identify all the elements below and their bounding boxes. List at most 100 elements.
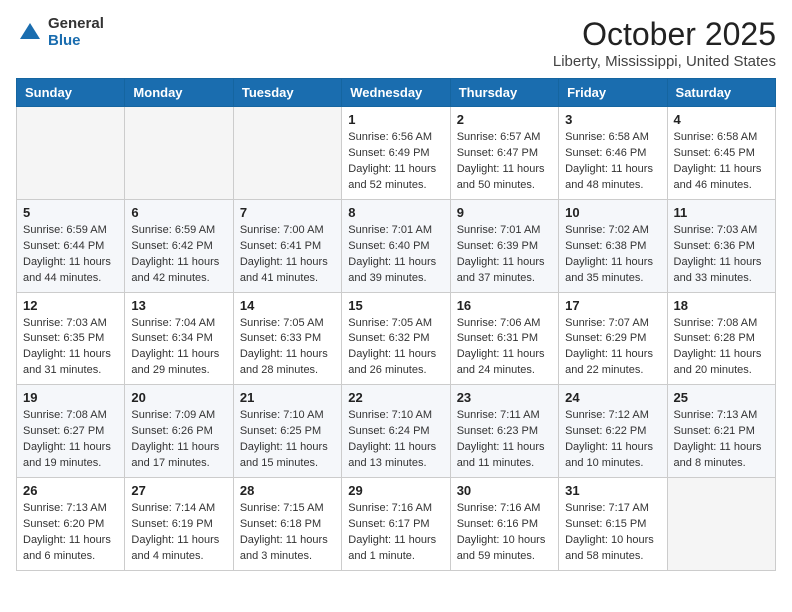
calendar-cell: 15 Sunrise: 7:05 AM Sunset: 6:32 PM Dayligh… [342, 292, 450, 385]
cell-text-line: Daylight: 10 hours and 58 minutes. [565, 534, 654, 562]
calendar-cell: 17Sunrise: 7:07 AMSunset: 6:29 PMDayligh… [559, 292, 667, 385]
cell-text-line: Daylight: 11 hours and 33 minutes. [674, 256, 762, 284]
calendar-week-row: 1Sunrise: 6:56 AMSunset: 6:49 PMDaylight… [17, 107, 776, 200]
cell-text-line: Sunset: 6:47 PM [457, 147, 538, 159]
cell-text-line: Sunrise: 7:06 AM [457, 317, 541, 329]
day-number: 12 [23, 298, 118, 313]
cell-text-line: Daylight: 11 hours and 3 minutes. [240, 534, 328, 562]
calendar-cell: 10Sunrise: 7:02 AMSunset: 6:38 PMDayligh… [559, 199, 667, 292]
day-number: 3 [565, 112, 660, 127]
cell-text-line: Sunrise: 7:13 AM [674, 409, 758, 421]
cell-text-line: Daylight: 11 hours and 52 minutes. [348, 163, 436, 191]
cell-text-line: Sunset: 6:35 PM [23, 332, 104, 344]
cell-text-line: Sunrise: 7:10 AM [240, 409, 324, 421]
day-number: 20 [131, 390, 226, 405]
page-header: General Blue October 2025 Liberty, Missi… [16, 16, 776, 70]
day-number: 10 [565, 205, 660, 220]
cell-text-line: Daylight: 11 hours and 19 minutes. [23, 441, 111, 469]
cell-text-line: Sunset: 6:36 PM [674, 240, 755, 252]
day-number: 8 [348, 205, 443, 220]
cell-text-line: Sunset: 6:26 PM [131, 425, 212, 437]
cell-text-line: Sunset: 6:19 PM [131, 518, 212, 530]
day-number: 19 [23, 390, 118, 405]
day-number: 15 [348, 298, 443, 313]
cell-text-line: Sunset: 6:32 PM [348, 332, 429, 344]
cell-text-line: Daylight: 11 hours and 4 minutes. [131, 534, 219, 562]
day-number: 11 [674, 205, 769, 220]
calendar-cell [125, 107, 233, 200]
day-number: 26 [23, 483, 118, 498]
day-number: 25 [674, 390, 769, 405]
calendar-week-row: 5Sunrise: 6:59 AMSunset: 6:44 PMDaylight… [17, 199, 776, 292]
weekday-header-cell: Monday [125, 79, 233, 107]
calendar-cell: 30Sunrise: 7:16 AMSunset: 6:16 PMDayligh… [450, 478, 558, 571]
logo-blue: Blue [48, 33, 104, 50]
cell-text-line: Sunrise: 7:00 AM [240, 224, 324, 236]
cell-text-line: Sunset: 6:18 PM [240, 518, 321, 530]
day-number: 28 [240, 483, 335, 498]
cell-text-line: Daylight: 11 hours and 10 minutes. [565, 441, 653, 469]
calendar-cell: 8Sunrise: 7:01 AMSunset: 6:40 PMDaylight… [342, 199, 450, 292]
calendar-week-row: 26 Sunrise: 7:13 AM Sunset: 6:20 PM Dayligh… [17, 478, 776, 571]
calendar-cell [17, 107, 125, 200]
cell-text-line: Sunset: 6:27 PM [23, 425, 104, 437]
weekday-header-cell: Friday [559, 79, 667, 107]
cell-text-line: Sunset: 6:20 PM [23, 518, 104, 530]
cell-text-line: Daylight: 11 hours and 26 minutes. [348, 348, 436, 376]
day-number: 18 [674, 298, 769, 313]
cell-text-line: Daylight: 11 hours and 20 minutes. [674, 348, 762, 376]
day-number: 29 [348, 483, 443, 498]
logo-text: General Blue [48, 16, 104, 49]
cell-text-line: Daylight: 11 hours and 15 minutes. [240, 441, 328, 469]
calendar-cell: 28Sunrise: 7:15 AMSunset: 6:18 PMDayligh… [233, 478, 341, 571]
cell-text-line: Daylight: 11 hours and 41 minutes. [240, 256, 328, 284]
cell-text-line: Daylight: 11 hours and 35 minutes. [565, 256, 653, 284]
cell-text-line: Sunrise: 7:03 AM [23, 317, 107, 329]
cell-text-line: Sunrise: 6:57 AM [457, 131, 541, 143]
cell-text-line: Sunset: 6:44 PM [23, 240, 104, 252]
calendar-cell: 7Sunrise: 7:00 AMSunset: 6:41 PMDaylight… [233, 199, 341, 292]
day-number: 27 [131, 483, 226, 498]
cell-text-line: Sunrise: 7:14 AM [131, 502, 215, 514]
day-number: 17 [565, 298, 660, 313]
weekday-header-cell: Thursday [450, 79, 558, 107]
cell-text-line: Sunset: 6:17 PM [348, 518, 429, 530]
cell-text-line: Sunset: 6:23 PM [457, 425, 538, 437]
calendar-cell: 22Sunrise: 7:10 AMSunset: 6:24 PMDayligh… [342, 385, 450, 478]
calendar-cell: 16Sunrise: 7:06 AMSunset: 6:31 PMDayligh… [450, 292, 558, 385]
location-title: Liberty, Mississippi, United States [553, 53, 776, 70]
day-number: 6 [131, 205, 226, 220]
calendar-cell: 25Sunrise: 7:13 AMSunset: 6:21 PMDayligh… [667, 385, 775, 478]
calendar-cell [233, 107, 341, 200]
cell-text-line: Sunrise: 6:59 AM [23, 224, 107, 236]
cell-text-line: Sunrise: 7:13 AM [23, 502, 107, 514]
cell-text-line: Daylight: 11 hours and 48 minutes. [565, 163, 653, 191]
cell-text-line: Daylight: 11 hours and 13 minutes. [348, 441, 436, 469]
cell-text-line: Sunrise: 7:11 AM [457, 409, 540, 421]
calendar-cell: 3Sunrise: 6:58 AMSunset: 6:46 PMDaylight… [559, 107, 667, 200]
cell-text-line: Sunrise: 7:05 AM [348, 317, 432, 329]
cell-text-line: Sunset: 6:25 PM [240, 425, 321, 437]
cell-text-line: Daylight: 11 hours and 42 minutes. [131, 256, 219, 284]
weekday-header-cell: Wednesday [342, 79, 450, 107]
cell-text-line: Daylight: 11 hours and 31 minutes. [23, 348, 111, 376]
calendar-cell: 4Sunrise: 6:58 AMSunset: 6:45 PMDaylight… [667, 107, 775, 200]
calendar-cell: 2Sunrise: 6:57 AMSunset: 6:47 PMDaylight… [450, 107, 558, 200]
cell-text-line: Sunrise: 7:08 AM [674, 317, 758, 329]
cell-text-line: Daylight: 10 hours and 59 minutes. [457, 534, 546, 562]
cell-text-line: Sunrise: 6:58 AM [674, 131, 758, 143]
logo: General Blue [16, 16, 104, 49]
calendar-cell: 21Sunrise: 7:10 AMSunset: 6:25 PMDayligh… [233, 385, 341, 478]
calendar-cell: 1Sunrise: 6:56 AMSunset: 6:49 PMDaylight… [342, 107, 450, 200]
cell-text-line: Daylight: 11 hours and 37 minutes. [457, 256, 545, 284]
cell-text-line: Sunrise: 7:10 AM [348, 409, 432, 421]
day-number: 31 [565, 483, 660, 498]
day-number: 7 [240, 205, 335, 220]
cell-text-line: Sunset: 6:16 PM [457, 518, 538, 530]
cell-text-line: Sunrise: 7:08 AM [23, 409, 107, 421]
cell-text-line: Sunset: 6:38 PM [565, 240, 646, 252]
logo-general: General [48, 16, 104, 33]
cell-text-line: Daylight: 11 hours and 50 minutes. [457, 163, 545, 191]
cell-text-line: Sunrise: 7:12 AM [565, 409, 649, 421]
calendar-cell: 14Sunrise: 7:05 AMSunset: 6:33 PMDayligh… [233, 292, 341, 385]
